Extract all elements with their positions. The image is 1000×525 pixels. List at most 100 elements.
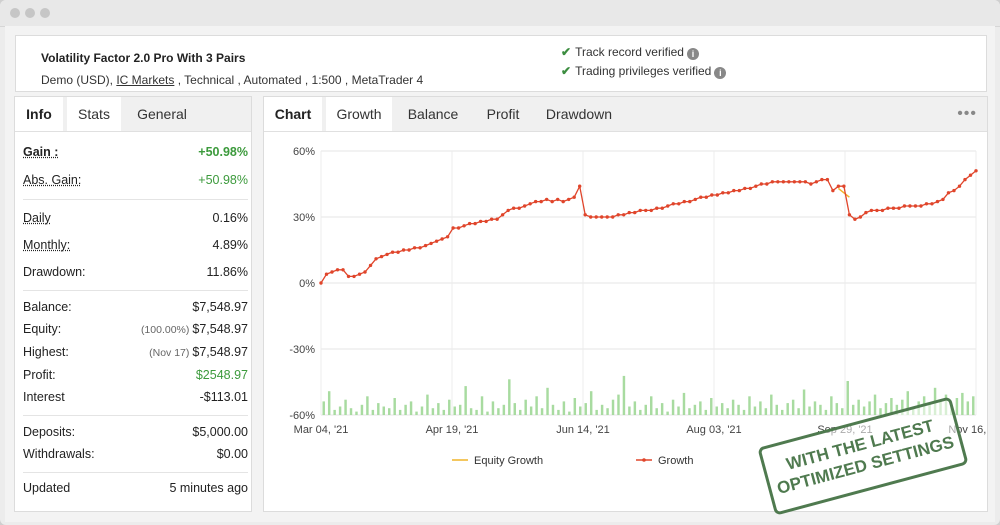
tab-general[interactable]: General bbox=[125, 97, 199, 131]
stat-label[interactable]: Monthly: bbox=[23, 238, 70, 252]
growth-point bbox=[440, 237, 444, 241]
y-tick-label: 60% bbox=[293, 146, 315, 158]
stat-value: $5,000.00 bbox=[192, 425, 248, 439]
x-tick-label: Apr 19, '21 bbox=[426, 424, 479, 436]
daily-bar bbox=[540, 408, 544, 415]
tab-info[interactable]: Info bbox=[15, 97, 63, 131]
daily-bar bbox=[802, 389, 806, 415]
growth-point bbox=[721, 191, 725, 195]
info-icon[interactable]: i bbox=[686, 48, 699, 60]
growth-point bbox=[968, 173, 973, 177]
growth-point bbox=[836, 184, 841, 188]
daily-bar bbox=[781, 409, 784, 415]
stat-label[interactable]: Abs. Gain: bbox=[23, 173, 81, 187]
growth-point bbox=[897, 206, 901, 210]
growth-point bbox=[770, 180, 775, 184]
y-tick-label: 30% bbox=[293, 212, 315, 224]
stat-label: Interest bbox=[23, 390, 65, 404]
growth-point bbox=[506, 208, 510, 213]
growth-point bbox=[660, 206, 664, 210]
tab-profit[interactable]: Profit bbox=[474, 97, 532, 131]
growth-point bbox=[886, 206, 890, 210]
stat-label: Withdrawals: bbox=[23, 447, 95, 461]
legend-equity-label: Equity Growth bbox=[474, 455, 543, 467]
daily-bar bbox=[388, 408, 391, 415]
legend-growth-label: Growth bbox=[658, 455, 693, 467]
growth-point bbox=[462, 224, 466, 228]
broker-link[interactable]: IC Markets bbox=[116, 73, 174, 87]
stat-value: +50.98% bbox=[198, 145, 248, 159]
growth-point bbox=[919, 204, 923, 208]
more-options-icon[interactable]: ••• bbox=[957, 105, 977, 123]
growth-point bbox=[550, 199, 554, 204]
x-tick-label: Mar 04, '21 bbox=[294, 424, 349, 436]
daily-bar bbox=[770, 394, 773, 415]
stat-label[interactable]: Daily bbox=[23, 211, 51, 225]
left-tab-bar: Info Stats General bbox=[15, 97, 251, 132]
growth-point bbox=[649, 208, 653, 213]
growth-point bbox=[600, 215, 604, 219]
stat-updated: Updated 5 minutes ago bbox=[23, 481, 248, 501]
stat-highest: Highest: (Nov 17) $7,548.97 bbox=[23, 345, 248, 365]
growth-point bbox=[451, 226, 455, 230]
daily-bar bbox=[600, 404, 604, 415]
stat-monthly: Monthly: 4.89% bbox=[23, 238, 248, 258]
stat-label[interactable]: Gain : bbox=[23, 145, 58, 159]
tab-drawdown[interactable]: Drawdown bbox=[536, 97, 622, 131]
daily-bar bbox=[398, 409, 402, 415]
growth-point bbox=[688, 199, 692, 204]
daily-bar bbox=[568, 411, 571, 415]
growth-point bbox=[478, 219, 483, 224]
x-tick-label: Jun 14, '21 bbox=[556, 424, 609, 436]
daily-bar bbox=[737, 404, 740, 415]
system-subtitle: Demo (USD), IC Markets , Technical , Aut… bbox=[41, 73, 423, 87]
stat-drawdown: Drawdown: 11.86% bbox=[23, 265, 248, 285]
growth-point bbox=[489, 217, 494, 221]
growth-point bbox=[930, 202, 934, 206]
daily-bar bbox=[431, 408, 435, 415]
growth-point bbox=[798, 180, 802, 184]
window-maximize-dot[interactable] bbox=[40, 8, 50, 18]
daily-bar bbox=[753, 406, 757, 415]
growth-point bbox=[644, 208, 648, 213]
daily-bar bbox=[808, 406, 811, 415]
growth-point bbox=[869, 208, 874, 213]
check-icon: ✔ bbox=[561, 64, 572, 78]
growth-point bbox=[792, 180, 797, 184]
stat-value: $7,548.97 bbox=[192, 322, 248, 336]
daily-bar bbox=[851, 404, 855, 415]
stat-label: Updated bbox=[23, 481, 71, 495]
daily-bar bbox=[873, 394, 877, 415]
daily-bar bbox=[393, 398, 396, 415]
stat-value: -$113.01 bbox=[199, 390, 248, 404]
daily-bar bbox=[742, 409, 746, 415]
growth-point bbox=[352, 274, 356, 279]
tab-balance[interactable]: Balance bbox=[396, 97, 470, 131]
daily-bar bbox=[322, 401, 325, 415]
tab-growth[interactable]: Growth bbox=[326, 97, 392, 131]
growth-point bbox=[831, 188, 835, 193]
window-close-dot[interactable] bbox=[10, 8, 20, 18]
growth-point bbox=[847, 213, 852, 217]
daily-bar bbox=[617, 394, 620, 415]
tab-stats[interactable]: Stats bbox=[67, 97, 121, 131]
daily-bar bbox=[355, 411, 358, 415]
daily-bar bbox=[726, 408, 729, 415]
stat-value: 4.89% bbox=[212, 238, 248, 252]
daily-bar bbox=[420, 406, 424, 415]
window-minimize-dot[interactable] bbox=[25, 8, 35, 18]
growth-point bbox=[781, 180, 786, 184]
daily-bar bbox=[622, 375, 626, 415]
growth-point bbox=[732, 188, 736, 193]
tab-chart[interactable]: Chart bbox=[264, 97, 322, 131]
daily-bar bbox=[360, 404, 364, 415]
stat-value: $2548.97 bbox=[195, 368, 248, 382]
daily-bar bbox=[699, 401, 702, 415]
daily-bar bbox=[404, 404, 407, 415]
growth-point bbox=[946, 191, 951, 195]
stat-label: Profit: bbox=[23, 368, 56, 382]
info-icon[interactable]: i bbox=[714, 67, 727, 79]
daily-bar bbox=[862, 406, 866, 415]
daily-bar bbox=[557, 409, 560, 415]
growth-point bbox=[319, 281, 323, 285]
